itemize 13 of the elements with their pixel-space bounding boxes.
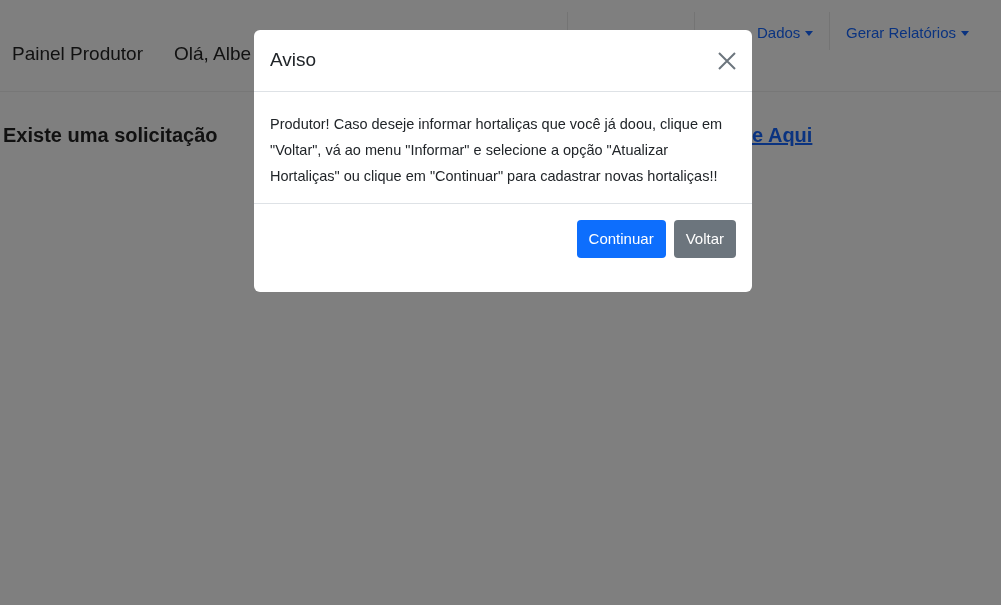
close-icon[interactable]: [718, 51, 736, 70]
continue-button[interactable]: Continuar: [576, 220, 666, 258]
back-button[interactable]: Voltar: [673, 220, 736, 258]
notice-link[interactable]: e Aqui: [752, 120, 813, 150]
modal-message: Produtor! Caso deseje informar hortaliças que você já doou, clique em "Voltar", vá ao menu "Informar" e selecione a opção "Atualizar Hortaliças" ou clique em "Continuar" para cadastrar novas hortaliças!!: [254, 92, 752, 204]
notice-text: Existe uma solicitação: [3, 123, 218, 148]
navbar-brand[interactable]: Painel Produtor: [12, 40, 143, 69]
caret-icon[interactable]: [805, 30, 814, 36]
modal-title: Aviso: [270, 48, 317, 73]
nav-link[interactable]: Gerar Relatórios: [846, 22, 970, 45]
nav-link[interactable]: Dados: [757, 22, 814, 45]
greeting-text: Olá, Albe: [174, 42, 252, 66]
caret-icon[interactable]: [961, 30, 970, 36]
